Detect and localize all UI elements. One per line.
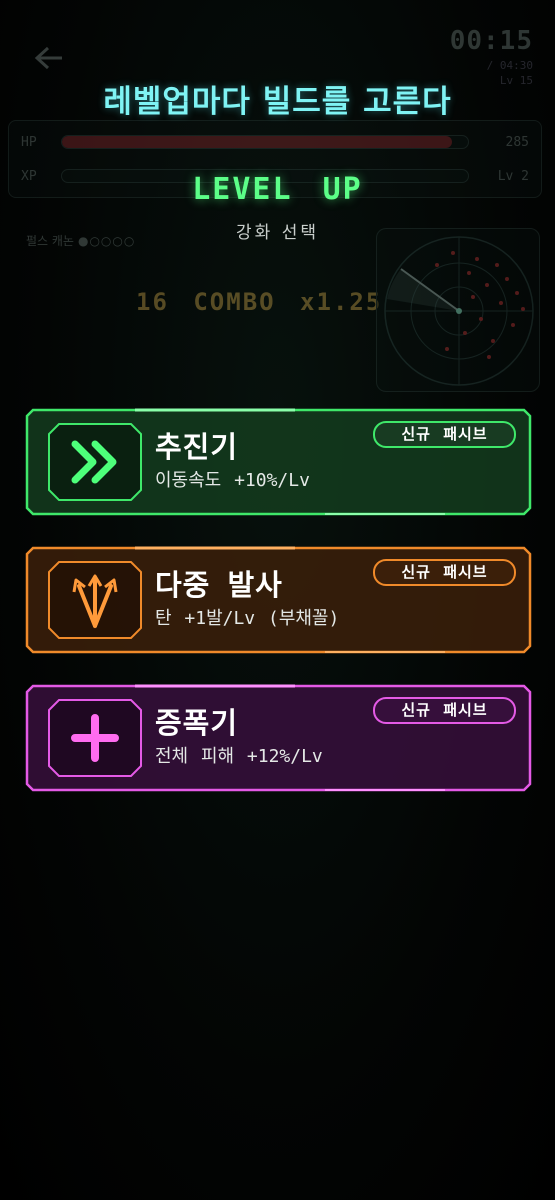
hp-label: HP [21, 134, 37, 150]
new-passive-badge: 신규 패시브 [373, 697, 516, 724]
card-description: 이동속도 +10%/Lv [155, 470, 310, 491]
radar-icon [384, 236, 534, 386]
new-passive-badge: 신규 패시브 [373, 421, 516, 448]
spread-shot-icon [45, 558, 145, 642]
upgrade-card-multishot[interactable]: 다중 발사 탄 +1발/Lv (부채꼴) 신규 패시브 [25, 546, 532, 654]
combo-counter: 16 COMBO x1.25 [136, 288, 383, 316]
upgrade-card-amplifier[interactable]: 증폭기 전체 피해 +12%/Lv 신규 패시브 [25, 684, 532, 792]
hp-value: 285 [505, 134, 529, 150]
card-name: 증폭기 [155, 706, 239, 740]
sub-timer-total: / 04:30 [486, 59, 533, 72]
new-passive-badge: 신규 패시브 [373, 559, 516, 586]
back-arrow-icon[interactable] [34, 46, 64, 70]
card-description: 전체 피해 +12%/Lv [155, 746, 323, 767]
upgrade-card-thruster[interactable]: 추진기 이동속도 +10%/Lv 신규 패시브 [25, 408, 532, 516]
timer: 00:15 [449, 26, 533, 56]
double-chevron-right-icon [45, 420, 145, 504]
plus-icon [45, 696, 145, 780]
card-name: 추진기 [155, 430, 239, 464]
card-description: 탄 +1발/Lv (부채꼴) [155, 608, 340, 629]
hp-bar-fill [62, 136, 452, 148]
game-screen: 00:15 / 04:30 Lv 15 HP 285 XP Lv 2 펄스 캐논… [0, 0, 555, 1200]
card-name: 다중 발사 [155, 568, 283, 602]
hp-bar [61, 135, 469, 149]
radar-minimap [376, 228, 540, 392]
level-up-title: LEVEL UP [192, 172, 363, 207]
hp-row: HP 285 [21, 131, 529, 153]
promo-banner: 레벨업마다 빌드를 고른다 [103, 84, 452, 120]
level-up-subtitle: 강화 선택 [236, 223, 319, 243]
